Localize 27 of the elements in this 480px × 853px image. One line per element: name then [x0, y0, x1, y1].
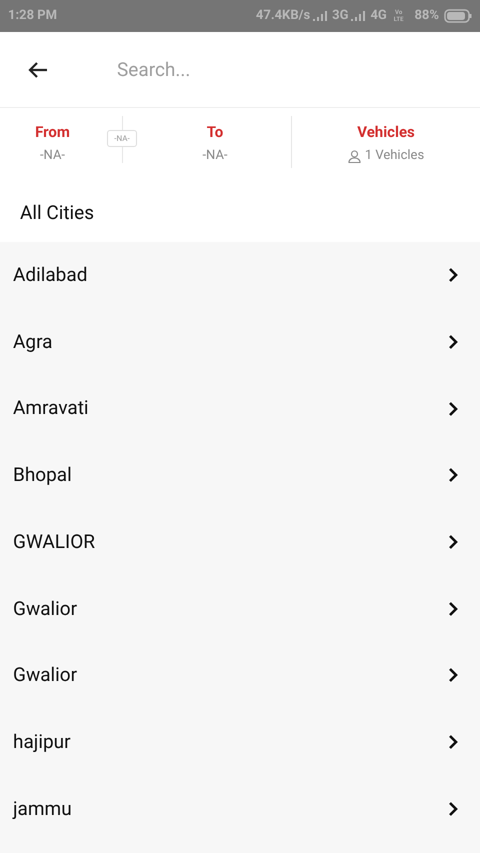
chevron-right-icon [448, 734, 458, 750]
person-icon [348, 150, 361, 162]
field-value: 1 Vehicles [364, 148, 424, 164]
field-label: From [35, 122, 70, 142]
field-value: -NA- [202, 148, 228, 164]
status-time: 1:28 PM [8, 7, 58, 26]
search-field[interactable]: Search... [117, 50, 480, 90]
signal-icon [351, 11, 368, 21]
field-label: Vehicles [357, 122, 415, 142]
chevron-right-icon [448, 534, 458, 550]
signal-icon [313, 11, 330, 21]
network-type: 3G [332, 7, 348, 26]
battery-percent: 88% [414, 7, 439, 26]
chevron-right-icon [448, 334, 458, 350]
route-badge: -NA- [107, 130, 137, 147]
field-value: -NA- [40, 148, 66, 164]
section-title: All Cities [20, 200, 94, 226]
network-type: 4G [370, 7, 387, 26]
chevron-right-icon [448, 667, 458, 684]
battery-icon [444, 9, 472, 23]
field-label: To [206, 122, 224, 142]
chevron-right-icon [448, 467, 458, 484]
chevron-right-icon [448, 267, 458, 284]
chevron-right-icon [448, 800, 458, 817]
chevron-right-icon [448, 400, 458, 417]
chevron-right-icon [448, 600, 458, 617]
network-speed: 47.4KB/s [256, 7, 310, 26]
